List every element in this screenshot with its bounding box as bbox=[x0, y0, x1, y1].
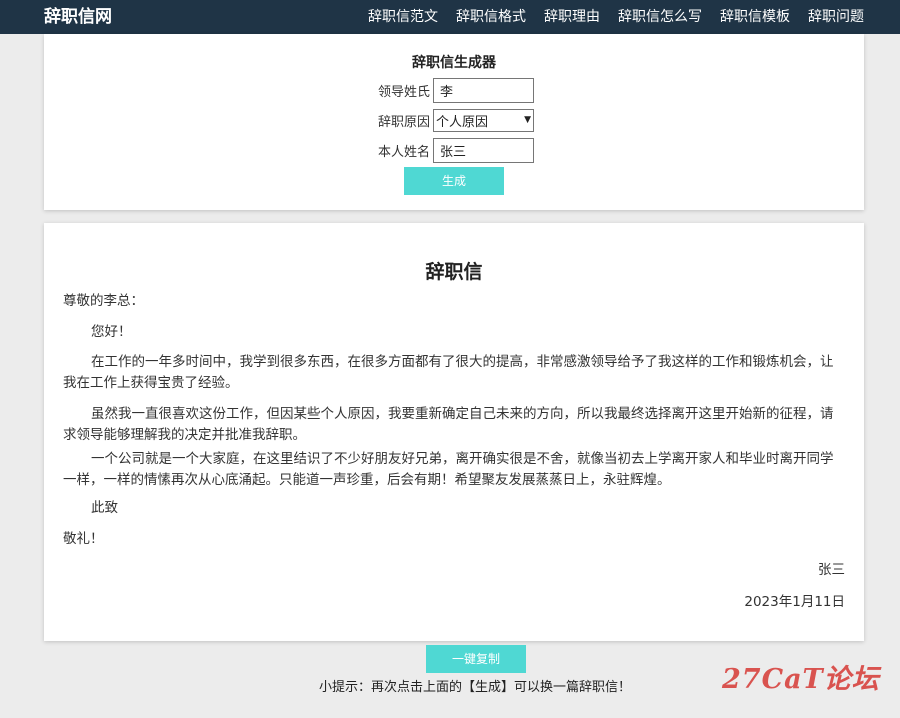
nav-item-how-to-write[interactable]: 辞职信怎么写 bbox=[618, 0, 702, 34]
letter-signature: 张三 bbox=[818, 562, 845, 578]
letter-regards: 敬礼！ bbox=[63, 531, 104, 547]
letter-paragraph-3: 一个公司就是一个大家庭，在这里结识了不少好朋友好兄弟，离开确实很是不舍，就像当初… bbox=[63, 451, 834, 488]
own-name-input[interactable] bbox=[433, 137, 534, 163]
leader-row: 领导姓氏 bbox=[44, 77, 864, 103]
name-row: 本人姓名 bbox=[44, 137, 864, 163]
reason-selected-value: 个人原因 bbox=[436, 114, 489, 130]
main-nav: 辞职信范文 辞职信格式 辞职理由 辞职信怎么写 辞职信模板 辞职问题 bbox=[350, 0, 864, 34]
chevron-down-icon: ▼ bbox=[524, 115, 531, 125]
letter-title: 辞职信 bbox=[425, 261, 483, 283]
nav-item-format[interactable]: 辞职信格式 bbox=[456, 0, 526, 34]
letter-paragraph-2: 虽然我一直很喜欢这份工作，但因某些个人原因，我要重新确定自己未来的方向，所以我最… bbox=[63, 406, 834, 443]
letter-greeting: 您好！ bbox=[91, 324, 132, 340]
letter-date: 2023年1月11日 bbox=[744, 594, 845, 610]
name-label: 本人姓名 bbox=[377, 144, 430, 160]
nav-item-templates[interactable]: 辞职信模板 bbox=[720, 0, 790, 34]
reason-label: 辞职原因 bbox=[377, 114, 430, 130]
leader-surname-input[interactable] bbox=[433, 77, 534, 103]
letter-closing: 此致 bbox=[91, 500, 118, 516]
nav-item-reasons[interactable]: 辞职理由 bbox=[544, 0, 600, 34]
leader-label: 领导姓氏 bbox=[377, 84, 430, 100]
letter-salutation: 尊敬的李总： bbox=[63, 293, 144, 309]
site-logo[interactable]: 辞职信网 bbox=[44, 6, 112, 28]
reason-select[interactable]: 个人原因 ▼ bbox=[433, 108, 534, 132]
reason-row: 辞职原因 个人原因 ▼ bbox=[44, 107, 864, 133]
nav-item-questions[interactable]: 辞职问题 bbox=[808, 0, 864, 34]
generator-panel: 辞职信生成器 领导姓氏 辞职原因 个人原因 ▼ 本人姓名 生成 bbox=[44, 34, 864, 210]
letter-panel: 辞职信 尊敬的李总： 您好！ 在工作的一年多时间中，我学到很多东西，在很多方面都… bbox=[44, 223, 864, 641]
generator-title: 辞职信生成器 bbox=[412, 55, 496, 71]
top-navbar: 辞职信网 辞职信范文 辞职信格式 辞职理由 辞职信怎么写 辞职信模板 辞职问题 bbox=[0, 0, 900, 34]
letter-paragraph-1: 在工作的一年多时间中，我学到很多东西，在很多方面都有了很大的提高，非常感激领导给… bbox=[63, 354, 834, 391]
nav-item-samples[interactable]: 辞职信范文 bbox=[368, 0, 438, 34]
watermark: 27CaT论坛 bbox=[722, 664, 880, 695]
copy-button[interactable]: 一键复制 bbox=[426, 645, 526, 673]
generate-button[interactable]: 生成 bbox=[404, 167, 504, 195]
